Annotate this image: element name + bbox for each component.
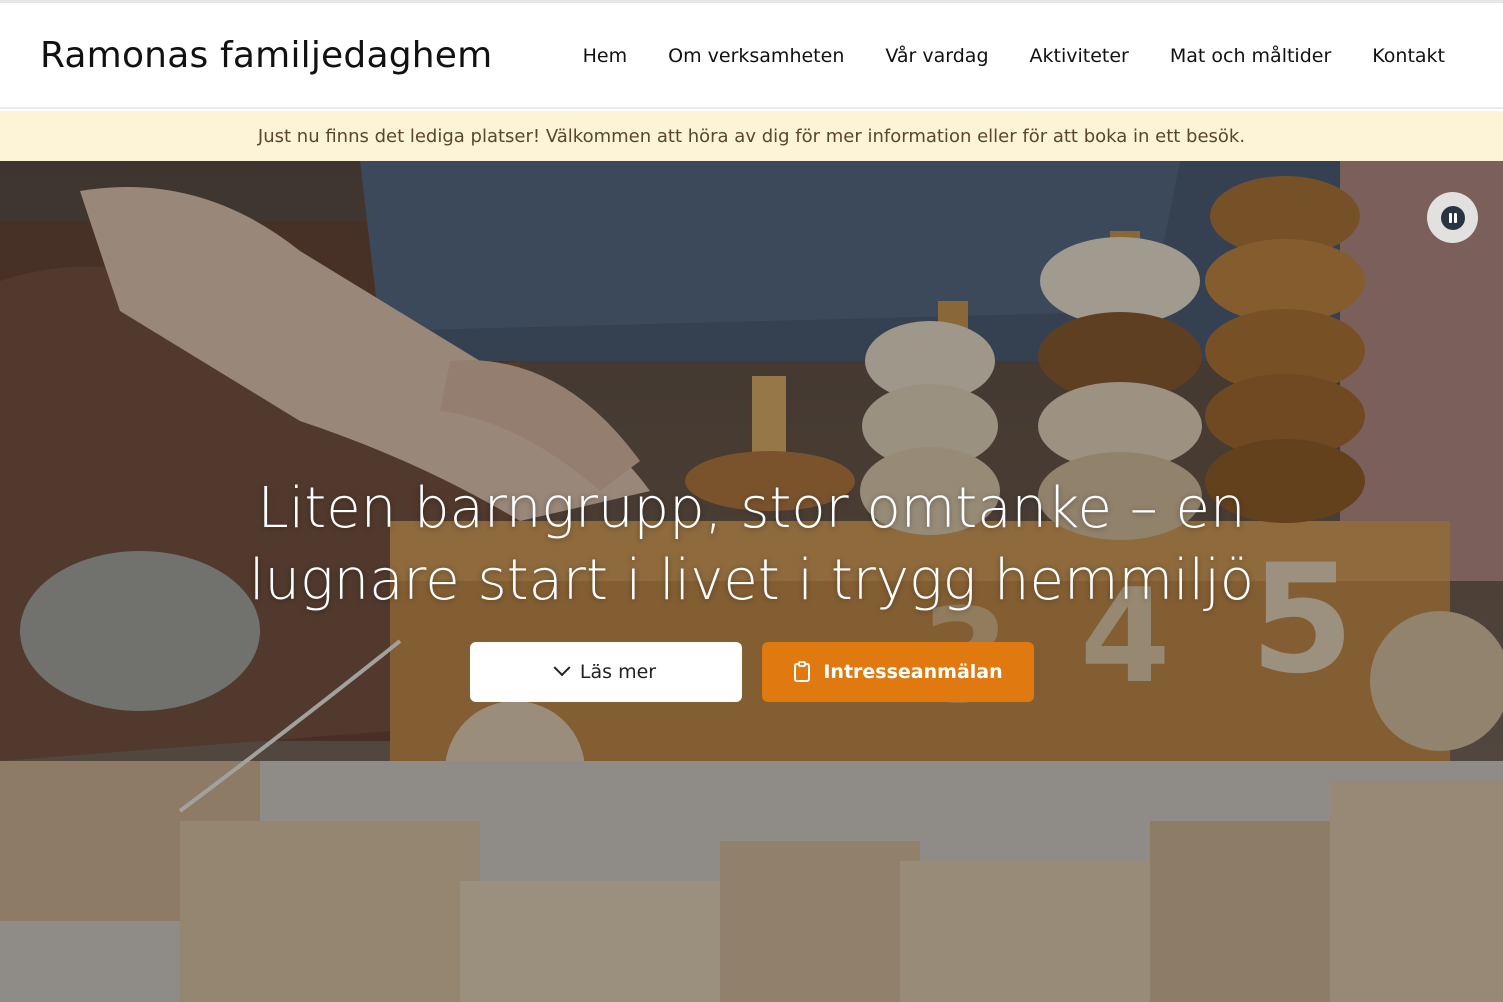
clipboard-icon	[794, 661, 811, 682]
read-more-button[interactable]: Läs mer	[470, 642, 742, 702]
availability-notice: Just nu finns det lediga platser! Välkom…	[0, 111, 1503, 161]
apply-label: Intresseanmälan	[823, 661, 1003, 683]
nav-kontakt[interactable]: Kontakt	[1372, 45, 1445, 67]
nav-mat-och-maltider[interactable]: Mat och måltider	[1170, 45, 1331, 67]
pause-icon	[1440, 205, 1465, 230]
slideshow-pause-button[interactable]	[1427, 192, 1478, 243]
hero-headline: Liten barngrupp, stor omtanke – en lugna…	[0, 473, 1503, 617]
hero-headline-line1: Liten barngrupp, stor omtanke – en	[257, 476, 1246, 541]
chevron-down-icon	[553, 659, 571, 677]
main-nav: Hem Om verksamheten Vår vardag Aktivitet…	[583, 45, 1445, 67]
site-header: Ramonas familjedaghem Hem Om verksamhete…	[0, 3, 1503, 109]
site-logo[interactable]: Ramonas familjedaghem	[40, 35, 492, 76]
read-more-label: Läs mer	[579, 661, 657, 683]
nav-om-verksamheten[interactable]: Om verksamheten	[668, 45, 844, 67]
nav-hem[interactable]: Hem	[583, 45, 628, 67]
nav-var-vardag[interactable]: Vår vardag	[885, 45, 988, 67]
hero-section: 5 4 3	[0, 161, 1503, 1002]
hero-headline-line2: lugnare start i livet i trygg hemmiljö	[248, 548, 1255, 613]
interest-application-button[interactable]: Intresseanmälan	[762, 642, 1034, 702]
nav-aktiviteter[interactable]: Aktiviteter	[1030, 45, 1129, 67]
